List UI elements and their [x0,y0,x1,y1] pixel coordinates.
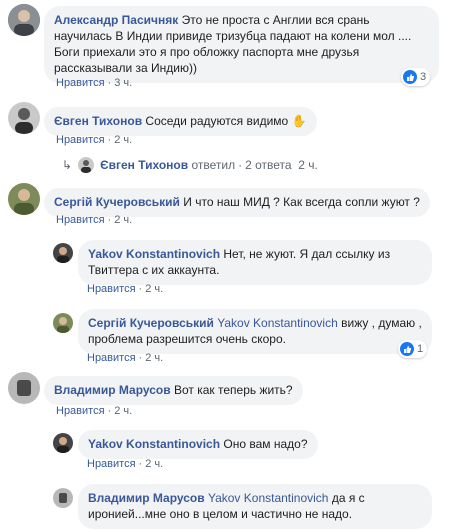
comment-meta: Нравится · 2 ч. [87,283,164,295]
avatar[interactable] [8,102,40,134]
comment-author[interactable]: Yakov Konstantinovich [88,437,220,451]
reply-author: Євген Тихонов [100,158,189,172]
like-link[interactable]: Нравится [56,134,105,146]
thinking-emoji-icon: ✋ [291,114,307,128]
comment-meta: Нравится · 2 ч. [56,405,133,417]
mention-link[interactable]: Yakov Konstantinovich [208,491,329,505]
avatar[interactable] [53,488,73,508]
comment-bubble: Євген Тихонов Соседи радуются видимо ✋ [44,107,317,136]
reply-bubble: Yakov Konstantinovich Нет, не жуют. Я да… [78,240,432,285]
like-icon [403,70,417,84]
comment-author[interactable]: Сергій Кучеровський [88,316,214,330]
reply-action: ответил [191,158,236,172]
comment-bubble: Владимир Марусов Вот как теперь жить? [44,376,303,405]
comment-time[interactable]: 3 ч. [114,77,132,89]
comment-time[interactable]: 2 ч. [114,134,132,146]
like-link[interactable]: Нравится [87,458,136,470]
like-icon [400,342,414,356]
avatar[interactable] [53,433,73,453]
mention-link[interactable]: Yakov Konstantinovich [217,316,338,330]
reply-bubble: Yakov Konstantinovich Оно вам надо? [78,430,318,459]
comment-author[interactable]: Владимир Марусов [88,491,205,505]
comment-meta: Нравится · 2 ч. [87,352,164,364]
avatar[interactable] [53,313,73,333]
comment-time[interactable]: 2 ч. [114,405,132,417]
comment-text: Вот как теперь жить? [173,383,293,397]
reply-arrow-icon: ↳ [62,158,73,172]
reaction-count[interactable]: 1 [398,340,428,358]
view-replies[interactable]: ↳ Євген Тихонов ответил · 2 ответа 2 ч. [62,157,318,173]
comment-text: Соседи радуются видимо [145,114,289,128]
like-link[interactable]: Нравится [87,352,136,364]
avatar[interactable] [53,243,73,263]
reaction-count[interactable]: 3 [401,68,431,86]
comment-text: Оно вам надо? [223,437,308,451]
comment-meta: Нравится · 2 ч. [56,134,133,146]
comment-time[interactable]: 2 ч. [114,214,132,226]
comment-meta: Нравится · 2 ч. [56,214,133,226]
reply-count: 2 ответа [245,158,292,172]
comment-author[interactable]: Євген Тихонов [54,114,142,128]
comment-meta: Нравится · 3 ч. [56,77,133,89]
comment-time[interactable]: 2 ч. [145,352,163,364]
reaction-number: 1 [417,343,424,355]
comment-time[interactable]: 2 ч. [145,458,163,470]
comment-author[interactable]: Александр Пасичняк [54,13,178,27]
like-link[interactable]: Нравится [56,405,105,417]
reply-bubble: Владимир Марусов Yakov Konstantinovich д… [78,484,432,529]
comment-author[interactable]: Владимир Марусов [54,383,171,397]
comment-text: И что наш МИД ? Как всегда сопли жуют ? [183,195,420,209]
avatar [78,157,95,173]
avatar[interactable] [8,183,40,215]
avatar[interactable] [8,372,40,404]
reply-time: 2 ч. [298,158,318,172]
avatar[interactable] [8,4,40,36]
like-link[interactable]: Нравится [56,77,105,89]
comment-meta: Нравится · 2 ч. [87,458,164,470]
reply-bubble: Сергій Кучеровський Yakov Konstantinovic… [78,309,432,354]
like-link[interactable]: Нравится [87,283,136,295]
comment-bubble: Александр Пасичняк Это не проста с Англи… [44,6,439,83]
comment-author[interactable]: Сергій Кучеровський [54,195,180,209]
comment-bubble: Сергій Кучеровський И что наш МИД ? Как … [44,188,430,217]
like-link[interactable]: Нравится [56,214,105,226]
comment-time[interactable]: 2 ч. [145,283,163,295]
reaction-number: 3 [420,71,427,83]
comment-author[interactable]: Yakov Konstantinovich [88,247,220,261]
